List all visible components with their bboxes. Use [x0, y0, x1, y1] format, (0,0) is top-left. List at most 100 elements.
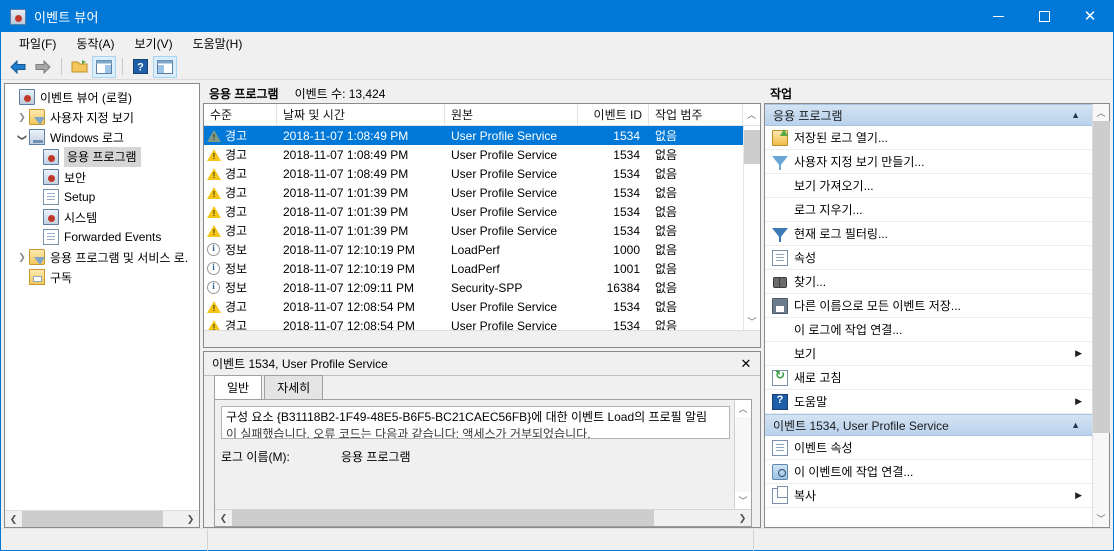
show-console-tree-button[interactable]	[92, 55, 116, 78]
scroll-up-icon[interactable]: ︿	[735, 400, 751, 417]
open-saved-log-icon	[772, 128, 788, 146]
scroll-track[interactable]	[204, 331, 760, 347]
action-create-custom-view[interactable]: 사용자 지정 보기 만들기...	[765, 150, 1092, 174]
scroll-thumb[interactable]	[744, 130, 760, 164]
event-list-vertical-scrollbar[interactable]: ﹀	[743, 126, 760, 330]
table-row[interactable]: 경고 2018-11-07 12:08:54 PM User Profile S…	[204, 316, 743, 330]
detail-vertical-scrollbar[interactable]: ︿ ﹀	[734, 400, 751, 509]
column-header-source[interactable]: 원본	[445, 104, 578, 125]
action-properties[interactable]: 속성	[765, 246, 1092, 270]
scroll-up-icon[interactable]: ︿	[743, 104, 760, 125]
action-view[interactable]: 보기 ▶	[765, 342, 1092, 366]
scroll-down-icon[interactable]: ﹀	[1093, 510, 1109, 527]
scroll-left-icon[interactable]: ❮	[5, 511, 22, 527]
chevron-right-icon[interactable]	[15, 112, 29, 123]
back-button[interactable]	[6, 56, 30, 78]
action-help[interactable]: 도움말 ▶	[765, 390, 1092, 414]
menu-action[interactable]: 동작(A)	[66, 33, 124, 54]
actions-group-event[interactable]: 이벤트 1534, User Profile Service ▲	[765, 414, 1092, 436]
action-find[interactable]: 찾기...	[765, 270, 1092, 294]
table-row[interactable]: 경고 2018-11-07 1:08:49 PM User Profile Se…	[204, 145, 743, 164]
detail-horizontal-scrollbar[interactable]: ❮ ❯	[215, 509, 751, 526]
actions-vertical-scrollbar[interactable]: ︿ ﹀	[1092, 104, 1110, 527]
scroll-left-icon[interactable]: ❮	[215, 510, 232, 526]
scroll-track[interactable]	[744, 126, 760, 313]
table-row[interactable]: 정보 2018-11-07 12:09:11 PM Security-SPP 1…	[204, 278, 743, 297]
minimize-button[interactable]	[975, 1, 1021, 32]
tree-item-application[interactable]: 응용 프로그램	[5, 147, 199, 167]
table-row[interactable]: 경고 2018-11-07 1:01:39 PM User Profile Se…	[204, 202, 743, 221]
column-header-task-category[interactable]: 작업 범주	[649, 104, 743, 125]
column-header-event-id[interactable]: 이벤트 ID	[578, 104, 649, 125]
scroll-down-icon[interactable]: ﹀	[735, 492, 751, 509]
menu-help[interactable]: 도움말(H)	[183, 33, 253, 54]
status-segment-1	[1, 528, 208, 551]
table-row[interactable]: 경고 2018-11-07 12:08:54 PM User Profile S…	[204, 297, 743, 316]
chevron-right-icon[interactable]	[15, 252, 29, 263]
action-attach-task-to-log[interactable]: 이 로그에 작업 연결...	[765, 318, 1092, 342]
scroll-track[interactable]	[735, 417, 751, 492]
table-row[interactable]: 경고 2018-11-07 1:01:39 PM User Profile Se…	[204, 221, 743, 240]
action-copy[interactable]: 복사 ▶	[765, 484, 1092, 508]
scroll-up-icon[interactable]: ︿	[1093, 104, 1109, 121]
tree-item-windows-logs[interactable]: Windows 로그	[5, 127, 199, 147]
menu-file[interactable]: 파일(F)	[9, 33, 66, 54]
close-button[interactable]: ✕	[1067, 1, 1113, 32]
tree-item-subscriptions[interactable]: 구독	[5, 267, 199, 287]
show-action-pane-button[interactable]	[153, 55, 177, 78]
scroll-track[interactable]	[1093, 121, 1110, 510]
help-button[interactable]: ?	[128, 56, 152, 78]
tab-details[interactable]: 자세히	[264, 375, 324, 399]
table-row[interactable]: 정보 2018-11-07 12:10:19 PM LoadPerf 1000 …	[204, 240, 743, 259]
scroll-track[interactable]	[232, 510, 734, 526]
toolbar: ?	[1, 54, 1113, 80]
action-refresh[interactable]: 새로 고침	[765, 366, 1092, 390]
chevron-down-icon[interactable]	[15, 132, 29, 143]
scroll-thumb[interactable]	[232, 510, 654, 526]
chevron-up-icon[interactable]: ▲	[1071, 110, 1080, 120]
column-header-level[interactable]: 수준	[204, 104, 277, 125]
column-header-datetime[interactable]: 날짜 및 시간	[277, 104, 445, 125]
tree-horizontal-scrollbar[interactable]: ❮ ❯	[5, 510, 199, 527]
cell-level: 경고	[204, 184, 277, 201]
menu-view[interactable]: 보기(V)	[124, 33, 182, 54]
actions-group-application[interactable]: 응용 프로그램 ▲	[765, 104, 1092, 126]
scroll-thumb[interactable]	[1093, 121, 1110, 433]
close-icon[interactable]: ✕	[736, 354, 756, 374]
svg-text:?: ?	[137, 62, 144, 74]
cell-source: User Profile Service	[451, 185, 558, 200]
table-row[interactable]: 정보 2018-11-07 12:10:19 PM LoadPerf 1001 …	[204, 259, 743, 278]
open-folder-button[interactable]	[67, 56, 91, 78]
scroll-track[interactable]	[22, 511, 182, 527]
action-attach-task-to-event[interactable]: 이 이벤트에 작업 연결...	[765, 460, 1092, 484]
log-name-field-value: 응용 프로그램	[341, 450, 411, 464]
scroll-down-icon[interactable]: ﹀	[744, 313, 760, 330]
table-row[interactable]: 경고 2018-11-07 1:08:49 PM User Profile Se…	[204, 164, 743, 183]
table-row[interactable]: 경고 2018-11-07 1:08:49 PM User Profile Se…	[204, 126, 743, 145]
action-filter-current-log[interactable]: 현재 로그 필터링...	[765, 222, 1092, 246]
action-clear-log[interactable]: 로그 지우기...	[765, 198, 1092, 222]
forward-button[interactable]	[31, 56, 55, 78]
chevron-up-icon[interactable]: ▲	[1071, 420, 1080, 430]
cell-level: 경고	[204, 317, 277, 330]
scroll-right-icon[interactable]: ❯	[182, 511, 199, 527]
cell-event-id: 1000	[613, 242, 640, 257]
cell-event-id: 1534	[613, 204, 640, 219]
tree-item-event-viewer-local[interactable]: 이벤트 뷰어 (로컬)	[5, 87, 199, 107]
action-event-properties[interactable]: 이벤트 속성	[765, 436, 1092, 460]
action-save-all-events-as[interactable]: 다른 이름으로 모든 이벤트 저장...	[765, 294, 1092, 318]
tab-general[interactable]: 일반	[214, 375, 263, 399]
tree-item-setup[interactable]: Setup	[5, 187, 199, 207]
scroll-thumb[interactable]	[22, 511, 163, 527]
event-list-horizontal-scrollbar[interactable]	[204, 330, 760, 347]
tree-item-forwarded-events[interactable]: Forwarded Events	[5, 227, 199, 247]
tree-item-custom-views[interactable]: 사용자 지정 보기	[5, 107, 199, 127]
table-row[interactable]: 경고 2018-11-07 1:01:39 PM User Profile Se…	[204, 183, 743, 202]
tree-item-security[interactable]: 보안	[5, 167, 199, 187]
maximize-button[interactable]	[1021, 1, 1067, 32]
tree-item-system[interactable]: 시스템	[5, 207, 199, 227]
action-import-view[interactable]: 보기 가져오기...	[765, 174, 1092, 198]
tree-item-app-services-logs[interactable]: 응용 프로그램 및 서비스 로.	[5, 247, 199, 267]
scroll-right-icon[interactable]: ❯	[734, 510, 751, 526]
action-open-saved-log[interactable]: 저장된 로그 열기...	[765, 126, 1092, 150]
